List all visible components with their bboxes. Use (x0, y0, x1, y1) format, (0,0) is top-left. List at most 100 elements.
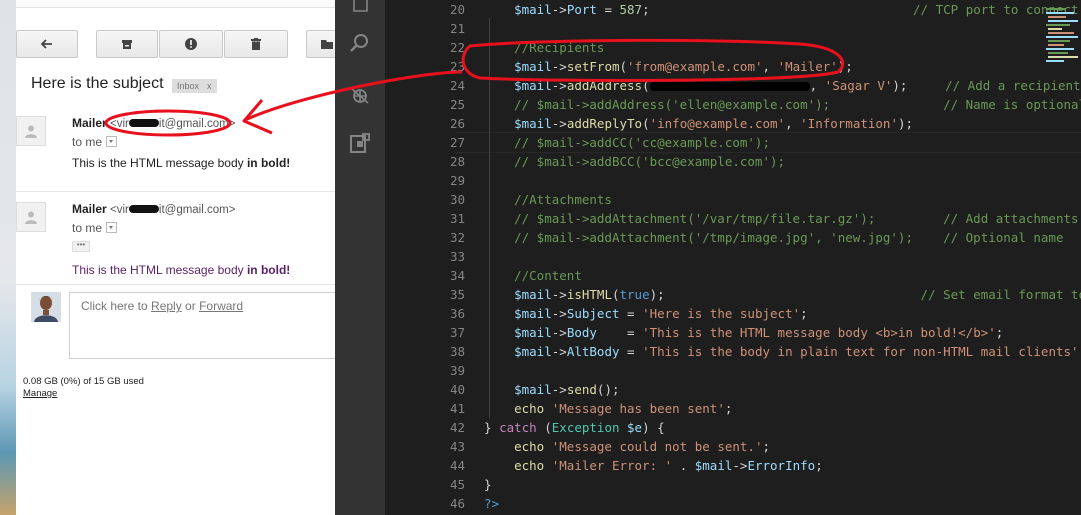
folder-icon (321, 40, 333, 49)
report-spam-button[interactable] (159, 30, 223, 58)
line-number: 23 (449, 59, 465, 74)
message-divider (16, 284, 335, 285)
code-line[interactable]: echo 'Message has been sent'; (484, 399, 732, 418)
reply-link[interactable]: Reply (151, 299, 182, 313)
message-body: This is the HTML message body in bold! (72, 263, 291, 277)
line-number: 27 (449, 135, 465, 150)
code-line[interactable]: } (484, 475, 492, 494)
code-line[interactable]: $mail->addReplyTo('info@example.com', 'I… (484, 114, 913, 133)
line-number: 33 (449, 249, 465, 264)
line-number: 34 (449, 268, 465, 283)
recipient-line[interactable]: to me (72, 135, 118, 149)
code-line[interactable]: $mail->Port = 587; // TCP port to connec… (484, 0, 1081, 19)
line-number: 39 (449, 363, 465, 378)
code-line[interactable]: $mail->send(); (484, 380, 619, 399)
line-number: 43 (449, 439, 465, 454)
inbox-label[interactable]: Inbox x (172, 79, 217, 93)
manage-storage-link[interactable]: Manage (23, 388, 57, 399)
minimap[interactable] (1042, 0, 1081, 140)
code-line[interactable]: //Attachments (484, 190, 612, 209)
code-line[interactable]: $mail->isHTML(true); // Set email format… (484, 285, 1081, 304)
line-number: 30 (449, 192, 465, 207)
search-icon[interactable] (348, 31, 372, 55)
code-line[interactable]: // $mail->addAddress('ellen@example.com'… (484, 95, 1081, 114)
code-line[interactable]: ?> (484, 494, 499, 513)
my-avatar (31, 292, 61, 322)
line-number: 29 (449, 173, 465, 188)
activity-bar (335, 0, 385, 515)
sender-email: <vir it@gmail.com> (110, 118, 236, 130)
code-line[interactable]: $mail->Body = 'This is the HTML message … (484, 323, 1003, 342)
code-line[interactable]: // $mail->addAttachment('/tmp/image.jpg'… (484, 228, 1063, 247)
code-editor-pane: 20 21 22 23 24 25 26 27 28 29 30 31 32 33 34 35 36 37 38 39… (335, 0, 1081, 515)
line-number: 32 (449, 230, 465, 245)
line-number: 36 (449, 306, 465, 321)
archive-icon (122, 40, 132, 49)
code-line[interactable]: // $mail->addAttachment('/var/tmp/file.t… (484, 209, 1078, 228)
profile-photo (31, 292, 61, 322)
message-sender: Mailer <vir it@gmail.com> (72, 202, 235, 216)
message-sender: Mailer <vir it@gmail.com> (72, 116, 235, 130)
code-line[interactable]: // $mail->addCC('cc@example.com'); (484, 133, 770, 152)
line-number: 42 (449, 420, 465, 435)
code-line[interactable]: $mail->setFrom('from@example.com', 'Mail… (484, 57, 853, 76)
sender-avatar (16, 116, 46, 146)
remove-label-button[interactable]: x (207, 81, 212, 91)
line-number: 21 (449, 21, 465, 36)
sender-name: Mailer (72, 116, 107, 130)
report-spam-icon (185, 38, 197, 50)
email-subject: Here is the subject (31, 75, 164, 92)
gmail-pane: Here is the subject Inbox x Mailer <vir it… (0, 0, 335, 515)
code-line[interactable]: $mail->AltBody = 'This is the body in pl… (484, 342, 1081, 361)
line-number: 26 (449, 116, 465, 131)
line-number: 41 (449, 401, 465, 416)
code-line[interactable]: //Recipients (484, 38, 604, 57)
desktop-background-edge (0, 0, 16, 515)
line-number: 46 (449, 496, 465, 511)
line-number: 22 (449, 40, 465, 55)
delete-button[interactable] (224, 30, 288, 58)
details-dropdown-icon[interactable] (106, 222, 118, 233)
message-body: This is the HTML message body in bold! (72, 156, 291, 170)
storage-usage: 0.08 GB (0%) of 15 GB used (23, 376, 144, 387)
line-number: 28 (449, 154, 465, 169)
extensions-icon[interactable] (348, 132, 372, 156)
files-icon[interactable] (348, 0, 372, 14)
line-number: 38 (449, 344, 465, 359)
line-number: 25 (449, 97, 465, 112)
line-number: 35 (449, 287, 465, 302)
person-icon (25, 125, 37, 138)
redaction-scribble (128, 205, 159, 213)
line-number: 40 (449, 382, 465, 397)
line-number: 45 (449, 477, 465, 492)
code-line[interactable]: // $mail->addBCC('bcc@example.com'); (484, 152, 785, 171)
line-number: 20 (449, 2, 465, 17)
code-line[interactable]: echo 'Message could not be sent.'; (484, 437, 770, 456)
archive-button[interactable] (96, 30, 158, 58)
code-line[interactable]: echo 'Mailer Error: ' . $mail->ErrorInfo… (484, 456, 823, 475)
show-trimmed-content-button[interactable]: ••• (72, 241, 90, 252)
reply-prompt: Click here to Reply or Forward (81, 299, 244, 313)
forward-link[interactable]: Forward (199, 299, 243, 313)
delete-icon (251, 38, 261, 50)
debug-icon[interactable] (348, 83, 372, 107)
code-line[interactable]: $mail->Subject = 'Here is the subject'; (484, 304, 808, 323)
line-number: 31 (449, 211, 465, 226)
back-arrow-icon (40, 39, 52, 49)
message-divider (16, 191, 335, 192)
sender-email: <vir it@gmail.com> (110, 204, 236, 216)
move-to-button[interactable] (306, 30, 335, 58)
redaction-scribble (128, 119, 159, 127)
redaction-scribble (649, 82, 810, 91)
line-number: 44 (449, 458, 465, 473)
back-button[interactable] (16, 30, 78, 58)
details-dropdown-icon[interactable] (106, 136, 118, 147)
inbox-label-text: Inbox (177, 81, 200, 91)
top-bar-strip (16, 0, 335, 8)
line-number: 37 (449, 325, 465, 340)
code-line[interactable]: //Content (484, 266, 582, 285)
recipient-line[interactable]: to me (72, 221, 118, 235)
code-line[interactable]: $mail->addAddress(, 'Sagar V'); // Add a… (484, 76, 1080, 95)
person-icon (25, 211, 37, 224)
code-line[interactable]: } catch (Exception $e) { (484, 418, 665, 437)
